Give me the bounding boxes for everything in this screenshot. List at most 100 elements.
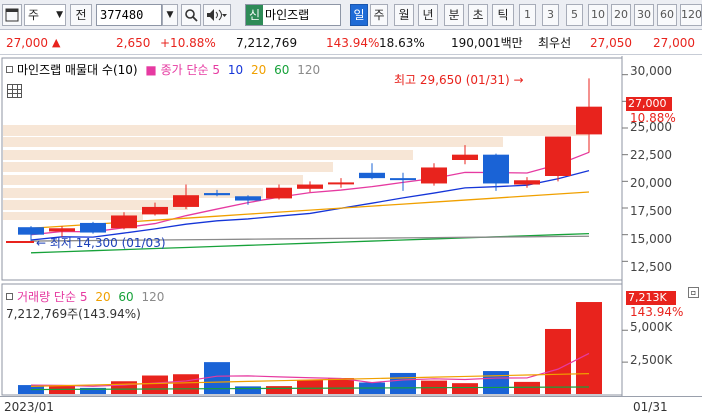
candle-body: [576, 106, 602, 135]
ma5-label: 5: [212, 63, 221, 77]
stock-chart[interactable]: [0, 56, 702, 396]
maximize-icon[interactable]: ▫: [688, 287, 699, 298]
speaker-icon[interactable]: [203, 4, 231, 26]
ma10-label: 10: [227, 63, 244, 77]
volume-bar: [328, 378, 354, 394]
price-change-pct: +10.88%: [160, 36, 216, 50]
interval-button-1[interactable]: 1: [519, 4, 536, 26]
candle-body: [173, 195, 199, 207]
period-year-button[interactable]: 년: [418, 4, 438, 26]
period-second-button[interactable]: 초: [468, 4, 488, 26]
price-legend-title: 마인즈랩 매물대 수(10): [17, 63, 138, 77]
legend-box-icon: [6, 293, 13, 300]
stock-name-box[interactable]: 신 마인즈랩: [245, 4, 341, 26]
volume-profile-band: [3, 137, 503, 147]
best-ask-price: 27,050: [590, 36, 632, 50]
volume-bar: [483, 371, 509, 394]
close-ma-label: 종가 단순: [160, 63, 209, 77]
candle-body: [297, 184, 323, 189]
toolbar: 주 ▼ 전 ▼ 신마인즈랩 일 주 월 년 분 초 틱 1 3 5 10 20 …: [0, 0, 702, 30]
candle-body: [204, 193, 230, 196]
volume-bar: [452, 383, 478, 394]
interval-button-5[interactable]: 5: [566, 4, 583, 26]
period-week-button[interactable]: 주: [370, 4, 388, 26]
candle-body: [49, 228, 75, 232]
high-annotation: 최고 29,650 (01/31) →: [394, 73, 524, 87]
price-gridlines: [622, 74, 628, 363]
volume-profile-band: [3, 175, 303, 185]
current-price-pct: 10.88%: [630, 111, 676, 125]
price-tick-label: 30,000: [630, 64, 672, 78]
price-tick-label: 22,500: [630, 148, 672, 162]
candle-body: [421, 167, 447, 184]
x-axis-end: 01/31: [633, 400, 668, 414]
volume-profile-band: [3, 150, 413, 160]
ma120-label: 120: [297, 63, 321, 77]
interval-button-60[interactable]: 60: [657, 4, 677, 26]
period-day-button[interactable]: 일: [350, 4, 368, 26]
vol-ma5-label: 5: [79, 290, 88, 304]
volume-legend-title: 거래량 단순: [17, 290, 77, 304]
search-icon[interactable]: [181, 4, 201, 26]
candle-body: [235, 196, 261, 201]
trade-amount: 190,001백만: [451, 36, 523, 50]
quote-bar: 27,000 ▲ 2,650 +10.88% 7,212,769 143.94%…: [0, 31, 702, 55]
volume-tick-label: 2,500K: [630, 353, 673, 367]
candle-body: [142, 206, 168, 215]
volume-bar: [297, 379, 323, 394]
period-minute-button[interactable]: 분: [444, 4, 464, 26]
volume-bar: [266, 386, 292, 394]
price-tick-label: 17,500: [630, 204, 672, 218]
volume-bar: [173, 374, 199, 394]
volume-bar: [390, 372, 416, 394]
price-change: 2,650: [116, 36, 151, 50]
sin-badge: 신: [246, 5, 264, 25]
chevron-down-icon: ▼: [56, 10, 63, 20]
candle-body: [80, 222, 106, 233]
interval-button-10[interactable]: 10: [588, 4, 608, 26]
volume-bar: [514, 381, 540, 394]
price-tick-label: 12,500: [630, 260, 672, 274]
price-legend: 마인즈랩 매물대 수(10) ■ 종가 단순 5 10 20 60 120: [6, 61, 320, 78]
period-month-button[interactable]: 월: [394, 4, 414, 26]
low-annotation: ← 최저 14,300 (01/03): [36, 236, 166, 250]
interval-button-20[interactable]: 20: [611, 4, 631, 26]
volume-profile-band: [3, 125, 588, 136]
period-tick-button[interactable]: 틱: [492, 4, 514, 26]
current-price-tag: 27,000: [626, 97, 672, 111]
candle-body: [483, 154, 509, 184]
volume-bar: [111, 381, 137, 394]
price-tick-label: 15,000: [630, 232, 672, 246]
grid-icon[interactable]: [7, 84, 22, 98]
interval-button-120[interactable]: 120: [680, 4, 702, 26]
best-ask-label: 최우선: [538, 36, 572, 50]
current-price: 27,000: [6, 36, 48, 50]
volume-ratio: 143.94%: [326, 36, 380, 50]
volume-summary: 7,212,769주(143.94%): [6, 307, 141, 321]
candle-body: [266, 187, 292, 199]
stock-code-input[interactable]: [96, 4, 162, 26]
price-tick-label: 20,000: [630, 176, 672, 190]
candle-body: [111, 215, 137, 229]
volume-legend: 거래량 단순 5 20 60 120: [6, 288, 164, 305]
market-select[interactable]: 주 ▼: [24, 4, 66, 26]
interval-button-30[interactable]: 30: [634, 4, 654, 26]
candle-body: [328, 182, 354, 185]
window-icon[interactable]: [2, 4, 22, 26]
vol-ma20-label: 20: [95, 290, 111, 304]
vol-ma120-label: 120: [141, 290, 165, 304]
trade-volume: 7,212,769: [236, 36, 298, 50]
x-axis-start: 2023/01: [4, 400, 54, 414]
volume-bar: [545, 328, 571, 394]
turnover-rate: 18.63%: [379, 36, 425, 50]
volume-bar: [235, 386, 261, 394]
candle-body: [390, 178, 416, 181]
jeon-button[interactable]: 전: [70, 4, 92, 26]
interval-button-3[interactable]: 3: [542, 4, 559, 26]
candle-body: [359, 172, 385, 179]
vol-ma60-label: 60: [118, 290, 134, 304]
up-arrow-icon: ▲: [52, 36, 61, 49]
current-volume-pct: 143.94%: [630, 305, 684, 319]
code-dropdown-button[interactable]: ▼: [162, 4, 178, 26]
candle-body: [452, 154, 478, 160]
